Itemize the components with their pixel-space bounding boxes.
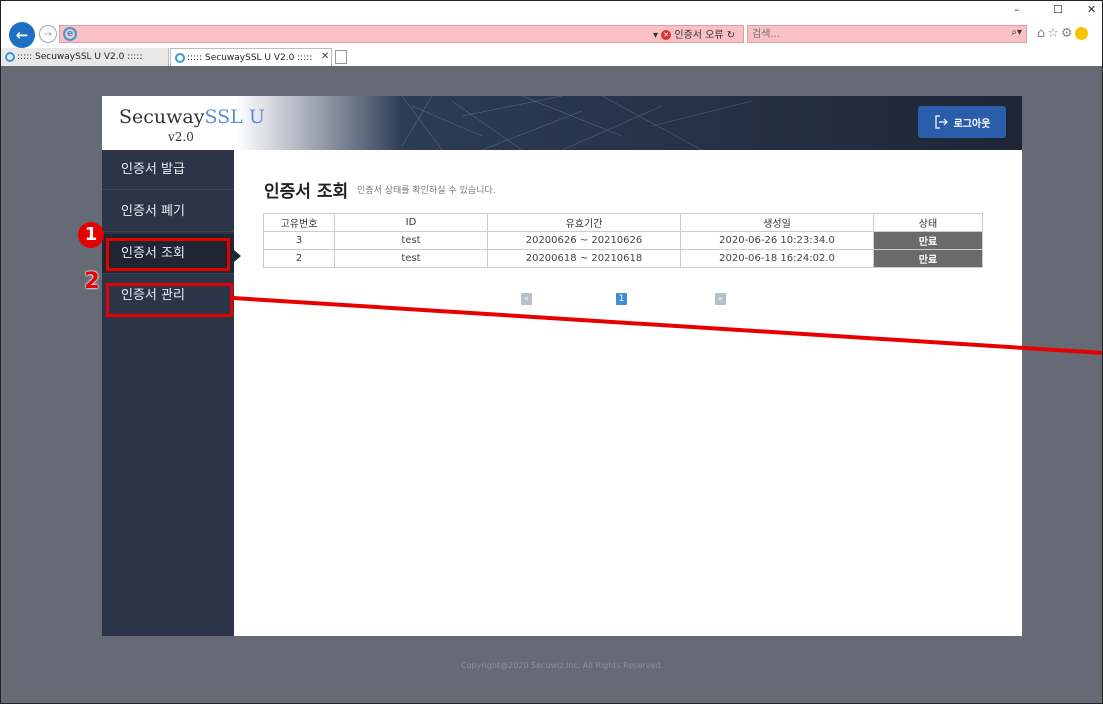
logo-secuway: Secuway bbox=[119, 106, 205, 128]
column-header-validity: 유효기간 bbox=[487, 213, 681, 232]
tab-label: ::::: SecuwaySSL U V2.0 ::::: bbox=[17, 52, 143, 62]
certificate-table: 고유번호 ID 유효기간 생성일 상태 3 test 20200626 ~ 20… bbox=[263, 213, 983, 268]
smiley-icon[interactable] bbox=[1074, 27, 1088, 40]
logo-ssl-u: SSL U bbox=[204, 106, 265, 128]
certificate-error-indicator[interactable]: ▾ ✕ 인증서 오류 ↻ bbox=[653, 26, 735, 41]
footer-copyright: Copyright@2020 Secuwiz,Inc. All Rights R… bbox=[461, 661, 663, 670]
forward-arrow-icon[interactable]: → bbox=[39, 25, 57, 43]
browser-tab-1[interactable]: ::::: SecuwaySSL U V2.0 ::::: bbox=[1, 48, 169, 66]
sidebar: 인증서 발급 인증서 폐기 인증서 조회 인증서 관리 bbox=[102, 150, 234, 636]
search-box[interactable]: ⌕▾ bbox=[747, 25, 1027, 43]
close-icon[interactable]: ✕ bbox=[1087, 3, 1096, 16]
ie-icon bbox=[175, 52, 185, 63]
active-indicator-arrow bbox=[234, 250, 241, 262]
gear-icon[interactable]: ⚙ bbox=[1061, 26, 1075, 41]
ie-icon: e bbox=[63, 27, 77, 41]
pagination-prev-button[interactable]: « bbox=[521, 293, 532, 305]
pagination-next-button[interactable]: » bbox=[715, 293, 726, 305]
cell-id: test bbox=[334, 231, 488, 250]
logo-version: v2.0 bbox=[168, 130, 194, 144]
sidebar-item-issue[interactable]: 인증서 발급 bbox=[102, 150, 234, 190]
pagination-page-1[interactable]: 1 bbox=[616, 293, 627, 305]
annotation-number-2: 2 bbox=[84, 269, 100, 294]
column-header-created: 생성일 bbox=[680, 213, 874, 232]
cell-number: 3 bbox=[263, 231, 335, 250]
logout-label: 로그아웃 bbox=[953, 118, 991, 130]
column-header-id: ID bbox=[334, 213, 488, 232]
home-icon[interactable]: ⌂ bbox=[1037, 26, 1047, 41]
ie-icon bbox=[5, 51, 15, 62]
page-description: 인증서 상태를 확인하실 수 있습니다. bbox=[357, 186, 496, 196]
back-arrow-icon[interactable]: ← bbox=[9, 22, 35, 48]
browser-tab-bar: ::::: SecuwaySSL U V2.0 ::::: ::::: Secu… bbox=[1, 48, 1102, 66]
logout-icon bbox=[934, 115, 948, 129]
sidebar-item-revoke[interactable]: 인증서 폐기 bbox=[102, 192, 234, 232]
cell-validity: 20200626 ~ 20210626 bbox=[487, 231, 681, 250]
status-badge: 만료 bbox=[873, 231, 983, 250]
page-title: 인증서 조회 bbox=[264, 182, 349, 202]
new-tab-button[interactable] bbox=[335, 50, 347, 64]
refresh-icon[interactable]: ↻ bbox=[727, 30, 735, 41]
browser-tab-2[interactable]: ::::: SecuwaySSL U V2.0 ::::: bbox=[170, 48, 332, 66]
star-icon[interactable]: ☆ bbox=[1047, 26, 1061, 41]
browser-address-bar: – ☐ ✕ ← → e ▾ ✕ 인증서 오류 ↻ ⌕▾ ⌂☆⚙ bbox=[1, 1, 1102, 49]
search-icon[interactable]: ⌕▾ bbox=[1011, 27, 1022, 38]
column-header-status: 상태 bbox=[873, 213, 983, 232]
table-row[interactable]: 3 test 20200626 ~ 20210626 2020-06-26 10… bbox=[263, 231, 983, 250]
column-header-number: 고유번호 bbox=[263, 213, 335, 232]
screenshot-frame: – ☐ ✕ ← → e ▾ ✕ 인증서 오류 ↻ ⌕▾ ⌂☆⚙ ::::: Se… bbox=[0, 0, 1103, 704]
cell-created: 2020-06-18 16:24:02.0 bbox=[680, 249, 874, 268]
tab-label: ::::: SecuwaySSL U V2.0 ::::: bbox=[187, 53, 313, 63]
cell-created: 2020-06-26 10:23:34.0 bbox=[680, 231, 874, 250]
logo[interactable]: SecuwaySSL U bbox=[119, 106, 265, 128]
error-icon: ✕ bbox=[661, 30, 672, 40]
certificate-error-label: 인증서 오류 bbox=[674, 30, 724, 41]
annotation-box-1 bbox=[106, 238, 230, 271]
search-input[interactable] bbox=[752, 27, 982, 41]
table-row[interactable]: 2 test 20200618 ~ 20210618 2020-06-18 16… bbox=[263, 249, 983, 268]
url-input[interactable] bbox=[59, 25, 744, 43]
logout-button[interactable]: 로그아웃 bbox=[918, 106, 1006, 138]
dropdown-icon: ▾ bbox=[653, 30, 659, 41]
tab-close-icon[interactable]: ✕ bbox=[321, 48, 329, 66]
cell-validity: 20200618 ~ 20210618 bbox=[487, 249, 681, 268]
minimize-icon[interactable]: – bbox=[1014, 3, 1020, 16]
annotation-number-1: 1 bbox=[78, 222, 104, 248]
cell-id: test bbox=[334, 249, 488, 268]
browser-toolbar-icons: ⌂☆⚙ bbox=[1037, 26, 1088, 41]
cell-number: 2 bbox=[263, 249, 335, 268]
site-header: SecuwaySSL U v2.0 로그아웃 bbox=[102, 96, 1022, 150]
table-header-row: 고유번호 ID 유효기간 생성일 상태 bbox=[263, 213, 983, 232]
status-badge: 만료 bbox=[873, 249, 983, 268]
annotation-box-2 bbox=[106, 283, 233, 317]
maximize-icon[interactable]: ☐ bbox=[1053, 3, 1063, 16]
